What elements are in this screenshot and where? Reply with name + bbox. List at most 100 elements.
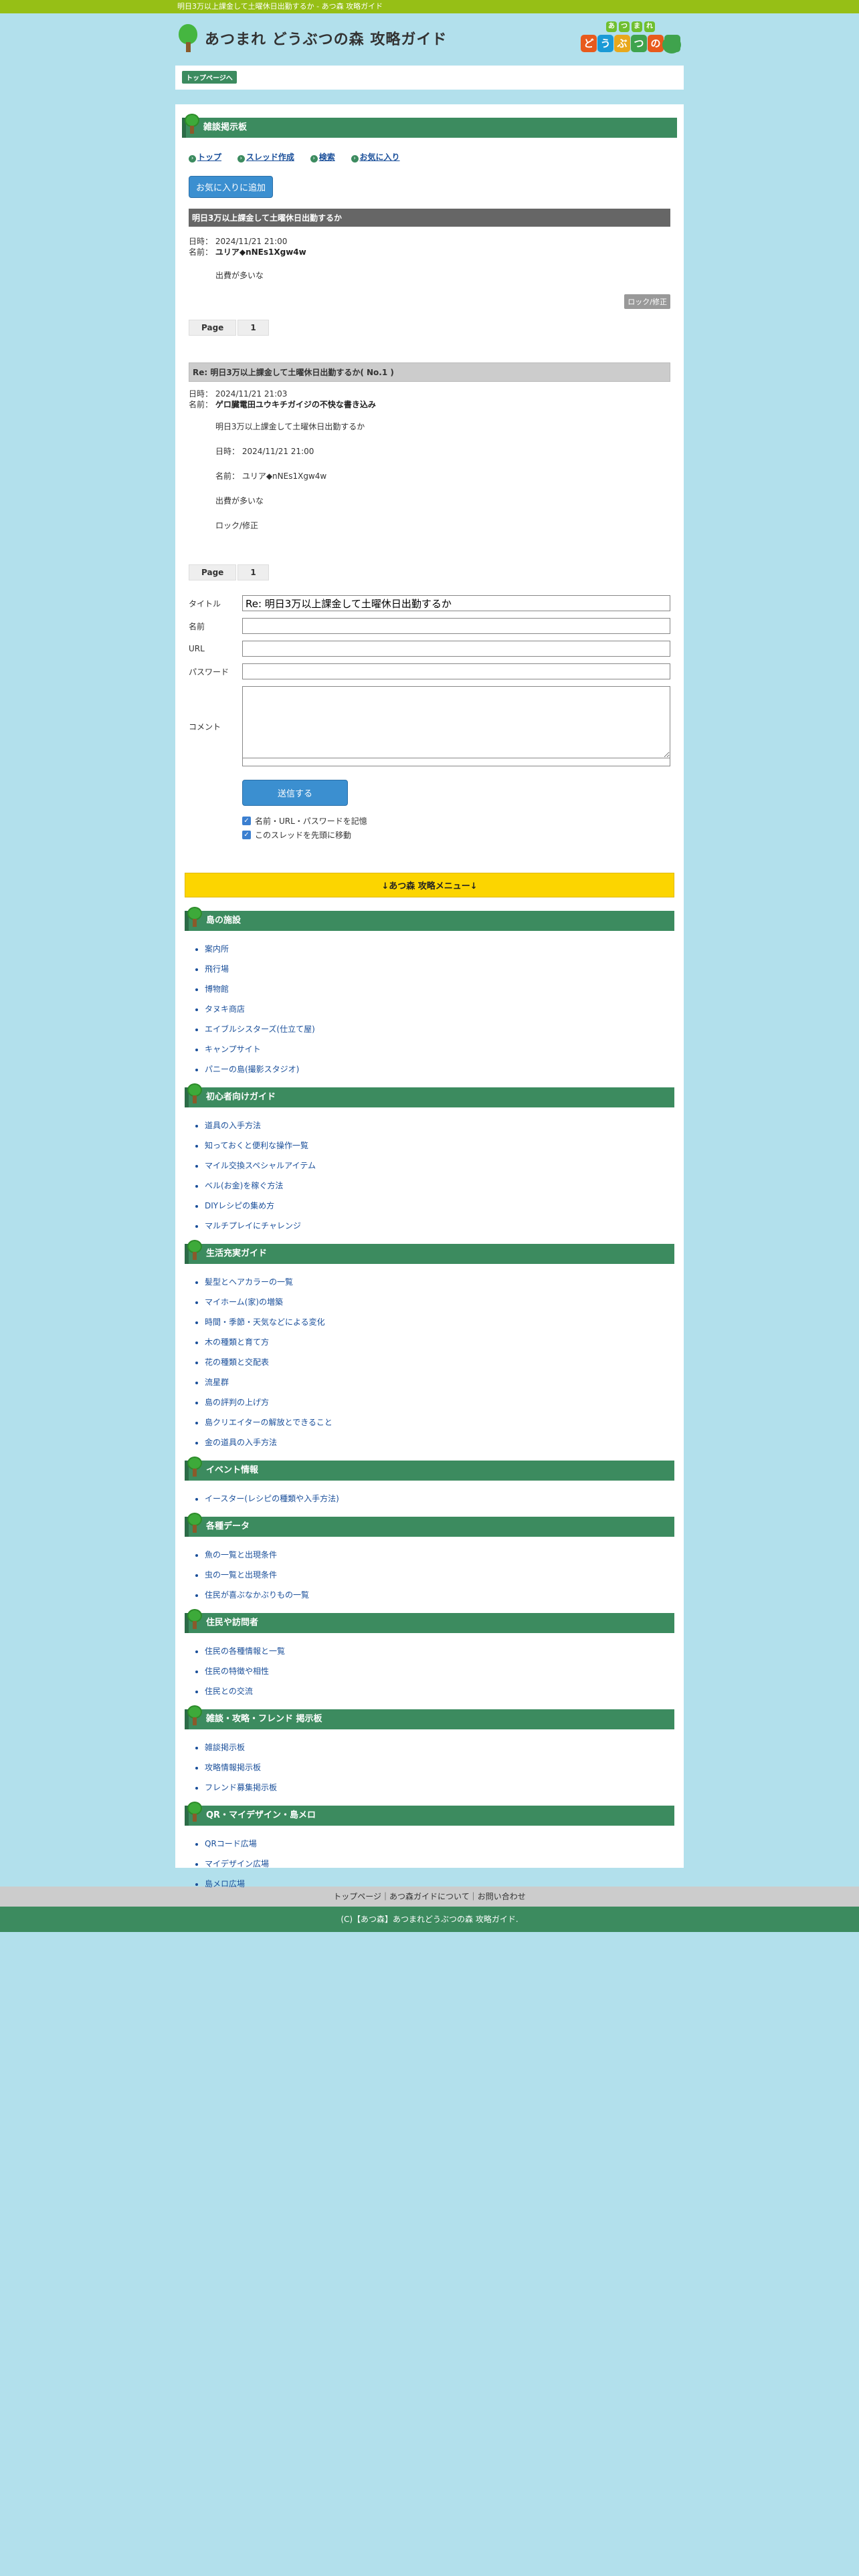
pager-label: Page <box>189 564 237 580</box>
name-input[interactable] <box>242 618 670 634</box>
logo-small-letter: ま <box>632 21 642 32</box>
guide-link[interactable]: マルチプレイにチャレンジ <box>205 1216 674 1236</box>
guide-link[interactable]: 虫の一覧と出現条件 <box>205 1565 674 1585</box>
top-bar-text: 明日3万以上課金して土曜休日出勤するか - あつ森 攻略ガイド <box>177 2 383 11</box>
reply-line: 日時： 2024/11/21 21:00 <box>215 447 314 456</box>
guide-link[interactable]: 住民との交流 <box>205 1681 674 1701</box>
logo-big-letter: ぶ <box>614 35 630 52</box>
guide-link[interactable]: 住民の各種情報と一覧 <box>205 1641 674 1661</box>
logo-big-letter: の <box>648 35 664 52</box>
leaf-icon <box>662 36 681 53</box>
reply-author: ゲロ臓電田ユウキチガイジの不快な書き込み <box>215 400 376 409</box>
guide-section-header: イベント情報 <box>185 1457 674 1481</box>
nav-favorites-link[interactable]: お気に入り <box>360 152 400 162</box>
guide-link-list: 魚の一覧と出現条件虫の一覧と出現条件住民が喜ぶなかぶりもの一覧 <box>185 1545 674 1605</box>
title-input[interactable] <box>242 595 670 611</box>
guide-link[interactable]: イースター(レシピの種類や入手方法) <box>205 1489 674 1509</box>
reply-date: 2024/11/21 21:03 <box>215 389 288 399</box>
comment-textarea[interactable] <box>242 686 670 758</box>
guide-section-header: 生活充実ガイド <box>185 1240 674 1264</box>
footer-nav[interactable]: トップページ｜あつ森ガイドについて｜お問い合わせ <box>0 1887 859 1907</box>
title-label: タイトル <box>189 599 221 609</box>
guide-link[interactable]: 魚の一覧と出現条件 <box>205 1545 674 1565</box>
guide-link-list: 髪型とヘアカラーの一覧マイホーム(家)の増築時間・季節・天気などによる変化木の種… <box>185 1272 674 1453</box>
guide-menu-bar: ↓あつ森 攻略メニュー↓ <box>185 873 674 897</box>
guide-link[interactable]: 島クリエイターの解放とできること <box>205 1412 674 1432</box>
guide-link[interactable]: 雑談掲示板 <box>205 1737 674 1757</box>
guide-link[interactable]: マイル交換スペシャルアイテム <box>205 1156 674 1176</box>
reply-line: 出費が多いな <box>215 496 264 506</box>
guide-link[interactable]: QRコード広場 <box>205 1834 674 1854</box>
nav-top-link[interactable]: トップ <box>197 152 221 162</box>
guide-link-list: 道具の入手方法知っておくと便利な操作一覧マイル交換スペシャルアイテムベル(お金)… <box>185 1115 674 1236</box>
guide-link[interactable]: 金の道具の入手方法 <box>205 1432 674 1453</box>
guide-link-list: 雑談掲示板攻略情報掲示板フレンド募集掲示板 <box>185 1737 674 1798</box>
guide-section-title: 初心者向けガイド <box>206 1092 276 1102</box>
tree-icon <box>187 1240 202 1261</box>
guide-link[interactable]: ベル(お金)を稼ぐ方法 <box>205 1176 674 1196</box>
url-input[interactable] <box>242 641 670 657</box>
remember-checkbox[interactable]: ✓ <box>242 817 251 825</box>
guide-section-header: 島の施設 <box>185 907 674 931</box>
name-label: 名前： <box>189 247 213 257</box>
tree-icon <box>187 1457 202 1478</box>
guide-link[interactable]: 飛行場 <box>205 959 674 979</box>
tree-icon <box>185 114 199 135</box>
reply-title: Re: 明日3万以上課金して土曜休日出勤するか( No.1 ) <box>189 362 670 382</box>
guide-link[interactable]: マイデザイン広場 <box>205 1854 674 1874</box>
page-1-link[interactable]: 1 <box>237 564 269 580</box>
password-input[interactable] <box>242 663 670 679</box>
guide-link[interactable]: 花の種類と交配表 <box>205 1352 674 1372</box>
logo-small-letter: つ <box>619 21 630 32</box>
add-favorite-button[interactable]: お気に入りに追加 <box>189 176 274 198</box>
guide-link[interactable]: キャンプサイト <box>205 1039 674 1059</box>
tree-icon <box>187 1513 202 1534</box>
guide-section-title: 雑談・攻略・フレンド 掲示板 <box>206 1714 322 1724</box>
guide-link[interactable]: フレンド募集掲示板 <box>205 1778 674 1798</box>
guide-link[interactable]: マイホーム(家)の増築 <box>205 1292 674 1312</box>
move-top-checkbox[interactable]: ✓ <box>242 831 251 839</box>
guide-link[interactable]: 住民の特徴や相性 <box>205 1661 674 1681</box>
guide-link-list: 案内所飛行場博物館タヌキ商店エイブルシスターズ(仕立て屋)キャンプサイトパニーの… <box>185 939 674 1079</box>
url-label: URL <box>189 644 205 653</box>
site-logo[interactable]: あつまれ どうぶつの森 攻略ガイド <box>177 24 447 52</box>
guide-link[interactable]: 髪型とヘアカラーの一覧 <box>205 1272 674 1292</box>
guide-link[interactable]: 住民が喜ぶなかぶりもの一覧 <box>205 1585 674 1605</box>
guide-link[interactable]: 島の評判の上げ方 <box>205 1392 674 1412</box>
nav-create-thread-link[interactable]: スレッド作成 <box>246 152 294 162</box>
reply-meta: 日時： 2024/11/21 21:03 名前： ゲロ臓電田ユウキチガイジの不快… <box>182 382 677 410</box>
thread-date: 2024/11/21 21:00 <box>215 237 288 246</box>
guide-link[interactable]: 木の種類と育て方 <box>205 1332 674 1352</box>
guide-link[interactable]: 道具の入手方法 <box>205 1115 674 1136</box>
guide-section-header: 雑談・攻略・フレンド 掲示板 <box>185 1705 674 1729</box>
tree-icon <box>187 1705 202 1727</box>
guide-link[interactable]: 博物館 <box>205 979 674 999</box>
lock-edit-button[interactable]: ロック/修正 <box>624 294 670 309</box>
guide-link[interactable]: タヌキ商店 <box>205 999 674 1019</box>
submit-button[interactable]: 送信する <box>242 780 349 806</box>
page-1-link[interactable]: 1 <box>237 320 269 336</box>
guide-link[interactable]: DIYレシピの集め方 <box>205 1196 674 1216</box>
pager-label: Page <box>189 320 237 336</box>
breadcrumb-top-link[interactable]: トップページへ <box>182 71 237 84</box>
nav-search-link[interactable]: 検索 <box>319 152 335 162</box>
guide-link[interactable]: 案内所 <box>205 939 674 959</box>
thread-meta: 日時： 2024/11/21 21:00 名前： ユリア◆nNEs1Xgw4w <box>182 227 677 257</box>
thread-body: 出費が多いな <box>215 271 264 280</box>
reply-line: 明日3万以上課金して土曜休日出勤するか <box>215 422 365 431</box>
tree-icon <box>177 24 199 52</box>
date-label: 日時： <box>189 237 213 246</box>
guide-section-title: QR・マイデザイン・島メロ <box>206 1810 316 1820</box>
guide-link[interactable]: 知っておくと便利な操作一覧 <box>205 1136 674 1156</box>
guide-link-list: 住民の各種情報と一覧住民の特徴や相性住民との交流 <box>185 1641 674 1701</box>
guide-link[interactable]: 時間・季節・天気などによる変化 <box>205 1312 674 1332</box>
reply-form: タイトル 名前 URL パスワード コメント 送信する ✓ 名前・URL・パスワー… <box>182 595 677 841</box>
guide-link[interactable]: エイブルシスターズ(仕立て屋) <box>205 1019 674 1039</box>
guide-link[interactable]: 流星群 <box>205 1372 674 1392</box>
tree-icon <box>187 1083 202 1105</box>
guide-section-title: 島の施設 <box>206 916 242 926</box>
password-label: パスワード <box>189 667 229 677</box>
guide-link[interactable]: 攻略情報掲示板 <box>205 1757 674 1778</box>
main-content: 雑談掲示板 › トップ › スレッド作成 › 検索 › お気に入り お気に入りに追加 明… <box>175 104 684 1889</box>
guide-link[interactable]: パニーの島(撮影スタジオ) <box>205 1059 674 1079</box>
